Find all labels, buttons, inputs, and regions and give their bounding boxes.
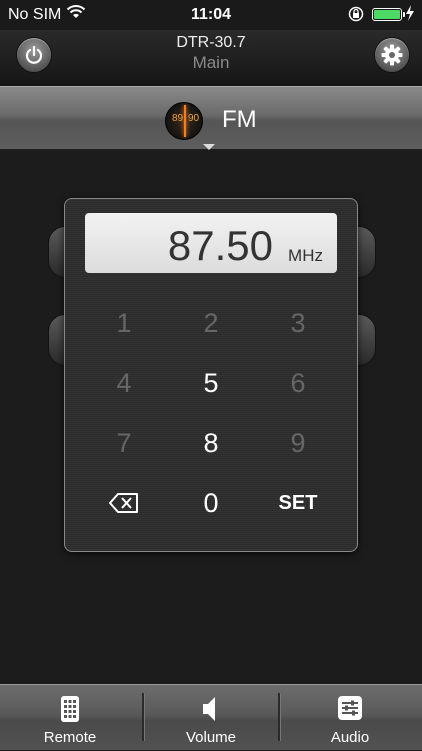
tab-label: Remote xyxy=(43,729,97,746)
key-5[interactable]: 5 xyxy=(166,358,256,408)
frequency-display: 87.50 MHz xyxy=(85,213,337,273)
key-0[interactable]: 0 xyxy=(166,478,256,528)
tab-label: Volume xyxy=(185,729,237,746)
backspace-icon xyxy=(109,493,138,513)
dial-number: 89 xyxy=(172,113,184,124)
remote-icon xyxy=(60,695,80,728)
key-6[interactable]: 6 xyxy=(253,358,343,408)
dropdown-caret-icon xyxy=(203,144,215,150)
gear-icon xyxy=(381,44,403,66)
key-3[interactable]: 3 xyxy=(253,298,343,348)
key-8[interactable]: 8 xyxy=(166,418,256,468)
frequency-value: 87.50 xyxy=(167,222,273,269)
key-1[interactable]: 1 xyxy=(79,298,169,348)
frequency-unit: MHz xyxy=(288,246,323,265)
key-9[interactable]: 9 xyxy=(253,418,343,468)
key-4[interactable]: 4 xyxy=(79,358,169,408)
speaker-icon xyxy=(201,695,221,728)
settings-button[interactable] xyxy=(375,38,409,72)
radio-dial-icon: 89 90 xyxy=(165,102,203,140)
charging-icon xyxy=(405,5,415,26)
header: DTR-30.7 Main xyxy=(0,30,422,86)
rotation-lock-icon xyxy=(348,6,364,27)
backspace-button[interactable] xyxy=(79,478,169,528)
zone-name: Main xyxy=(192,53,230,72)
frequency-keypad: 87.50 MHz 1 2 3 4 5 6 7 8 9 0 SET xyxy=(64,198,358,552)
source-label: FM xyxy=(222,106,257,133)
tab-audio[interactable]: Audio xyxy=(280,685,420,751)
dial-number: 90 xyxy=(188,113,200,124)
device-name: DTR-30.7 xyxy=(176,34,246,51)
key-7[interactable]: 7 xyxy=(79,418,169,468)
source-selector[interactable]: 89 90 FM xyxy=(0,86,422,150)
equalizer-icon xyxy=(337,695,363,726)
tab-label: Audio xyxy=(330,729,370,746)
key-2[interactable]: 2 xyxy=(166,298,256,348)
tab-volume[interactable]: Volume xyxy=(141,685,281,751)
status-bar: No SIM 11:04 xyxy=(0,0,422,30)
tab-remote[interactable]: Remote xyxy=(0,685,140,751)
set-button[interactable]: SET xyxy=(253,478,343,528)
tab-bar: Remote Volume Audio xyxy=(0,684,422,750)
battery-icon xyxy=(372,8,405,21)
